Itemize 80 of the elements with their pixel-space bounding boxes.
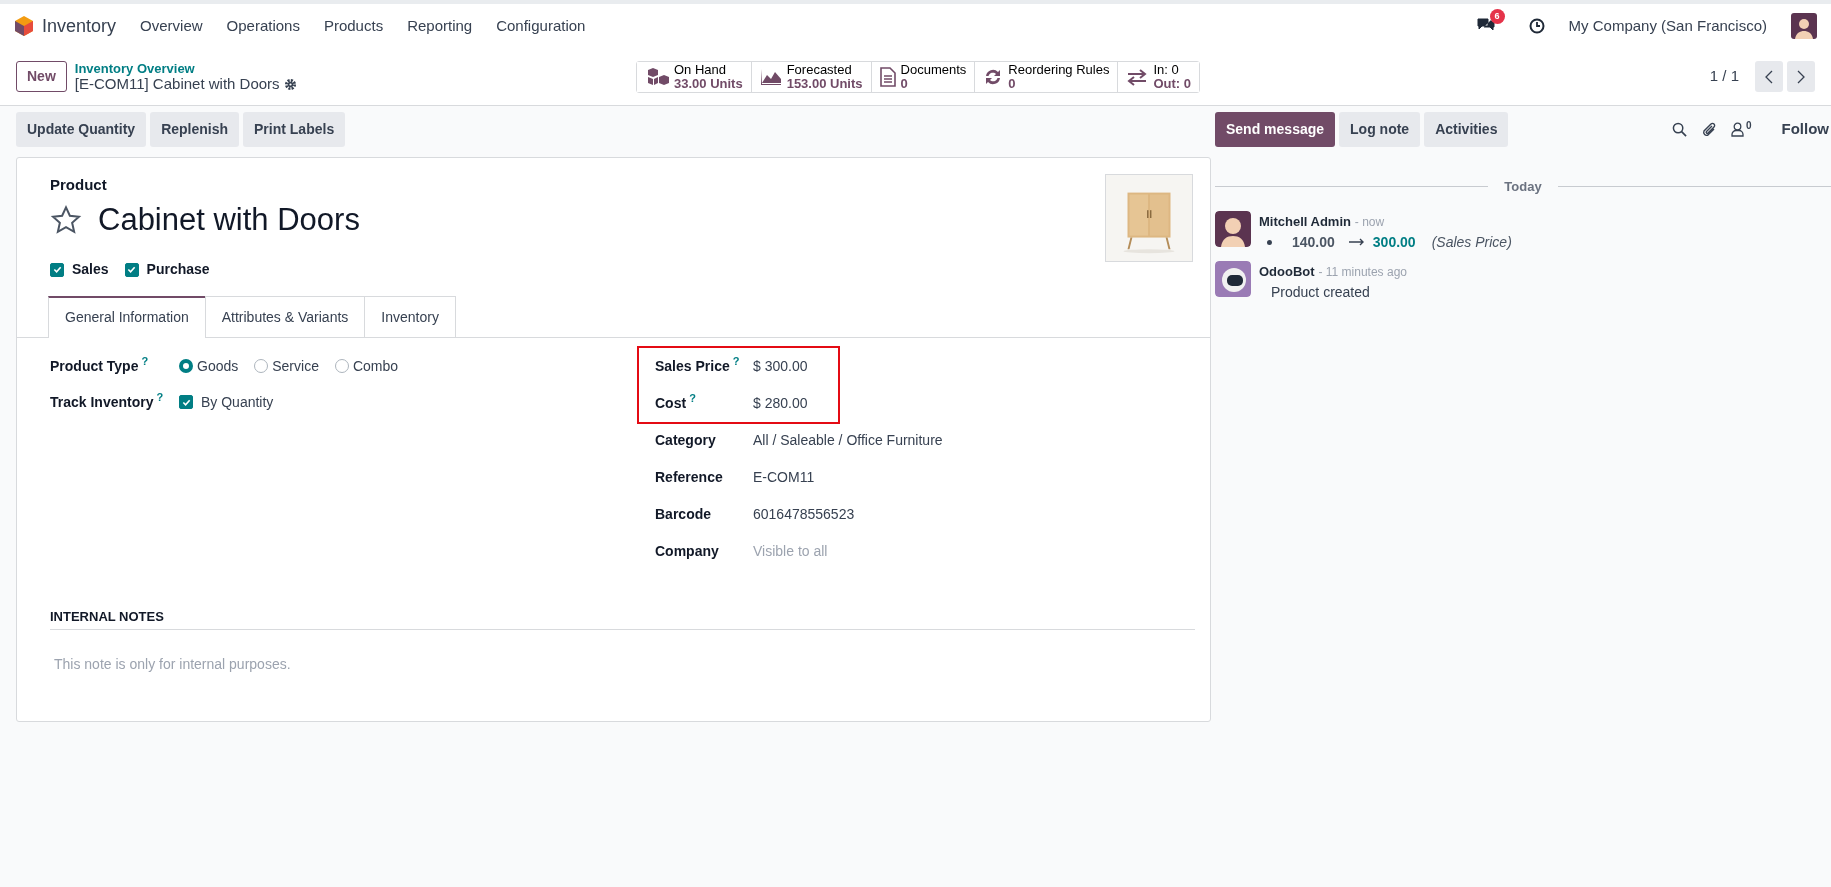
field-label: Track Inventory [50,393,154,410]
field-value: All / Saleable / Office Furniture [753,431,943,450]
message-author: Mitchell Admin [1259,213,1351,229]
help-icon[interactable]: ? [689,392,696,404]
help-icon[interactable]: ? [141,354,149,367]
help-icon[interactable]: ? [732,355,740,367]
boxes-icon [645,66,669,87]
menu-item[interactable]: Operations [226,14,300,38]
followers-button[interactable]: 0 [1730,122,1752,137]
checkbox[interactable] [50,262,64,277]
menu-item[interactable]: Products [323,14,384,38]
chatter-button[interactable]: Send message [1215,112,1336,147]
product-name: Cabinet with Doors [98,200,360,239]
tab[interactable]: General Information [48,296,206,338]
radio-option[interactable]: Goods [179,355,239,377]
arrow-icon [1348,238,1365,246]
notification-badge: 6 [1489,9,1505,24]
help-icon[interactable]: ? [156,390,164,403]
breadcrumb-link[interactable]: Inventory Overview [74,60,195,76]
avatar [1215,260,1251,297]
old-value: 140.00 [1292,232,1335,252]
app-logo-icon[interactable] [14,15,34,37]
action-button[interactable]: Replenish [150,112,240,147]
clock-icon[interactable] [1528,18,1545,34]
field-value: E-COM11 [753,468,815,487]
menu-item[interactable]: Configuration [496,14,586,38]
menu-item[interactable]: Reporting [407,14,473,38]
document-icon [879,66,896,87]
new-value: 300.00 [1372,232,1416,252]
field-label: Product Type [50,357,139,374]
check-icon [127,265,137,274]
user-avatar[interactable] [1791,13,1817,39]
form-label: Product [50,175,108,195]
field-value: 6016478556523 [753,505,855,524]
message-author: OdooBot [1259,263,1315,279]
new-button[interactable]: New [16,61,67,92]
check-icon [181,397,191,407]
gear-icon[interactable] [283,77,297,91]
tab[interactable]: Inventory [364,296,456,337]
checkbox[interactable] [124,262,139,277]
field-label: Barcode [655,506,712,522]
field-value: $ 300.00 [753,357,808,376]
action-button[interactable]: Update Quantity [16,112,147,147]
radio-option[interactable]: Combo [334,355,399,377]
message-time: - 11 minutes ago [1318,264,1407,279]
company-switcher[interactable]: My Company (San Francisco) [1568,14,1767,38]
checkbox-label: By Quantity [201,392,274,412]
transfer-icon [1126,67,1149,86]
date-separator: Today [1504,178,1542,196]
chatter-button[interactable]: Log note [1339,112,1421,147]
record-title: [E-COM11] Cabinet with Doors [74,75,280,93]
checkbox-label: Sales [72,260,109,279]
star-icon[interactable] [50,203,82,236]
paperclip-icon[interactable] [1700,121,1717,138]
chatter-button[interactable]: Activities [1424,112,1509,147]
field-value: $ 280.00 [753,394,808,413]
section-heading: INTERNAL NOTES [50,609,164,624]
message-body: Product created [1271,283,1370,300]
bullet [1267,239,1272,245]
field-label: Company [655,543,719,559]
search-icon[interactable] [1671,122,1687,137]
menu-item[interactable]: Overview [140,14,203,38]
pager-value: 1 / 1 [1709,66,1739,87]
avatar [1215,210,1251,247]
checkbox[interactable] [179,395,193,409]
radio-option[interactable]: Service [254,355,319,377]
stat-button[interactable]: On Hand 33.00 Units [637,61,752,92]
checkbox-label: Purchase [146,260,210,279]
app-name[interactable]: Inventory [42,12,117,40]
follow-button[interactable]: Follow [1765,118,1831,141]
field-label: Reference [655,469,723,485]
check-icon [52,265,62,274]
field-label: Category [655,432,716,448]
field-name: (Sales Price) [1431,232,1512,252]
field-label: Sales Price [655,358,730,374]
field-label: Cost [655,395,687,411]
action-button[interactable]: Print Labels [243,112,346,147]
message-time: - now [1354,214,1385,229]
chevron-right-icon [1797,70,1805,85]
chevron-left-icon [1765,70,1773,85]
